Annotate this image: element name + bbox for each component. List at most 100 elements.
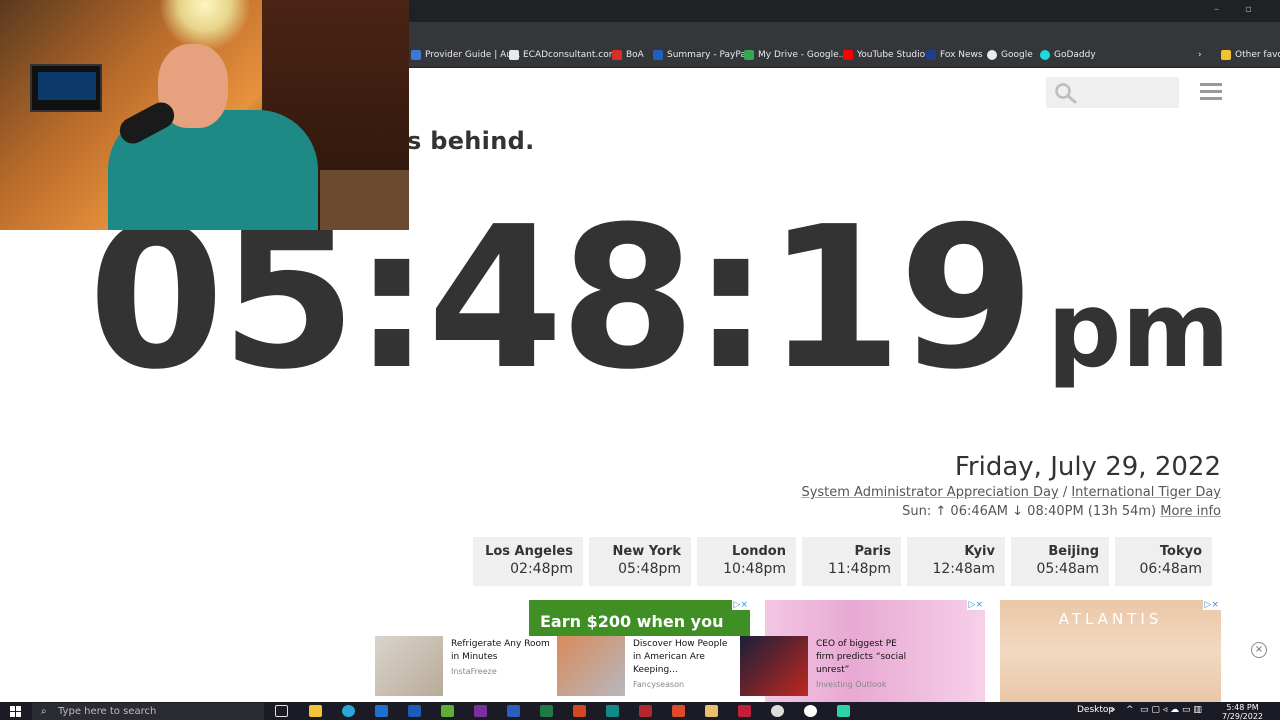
tray-icons[interactable]: ▭ ▢ ◃ ☁ ▭ ▥: [1140, 705, 1202, 715]
sunrise-time: ↑ 06:46AM: [935, 504, 1009, 519]
native-ad[interactable]: Refrigerate Any Room in Minutes InstaFree…: [375, 636, 555, 698]
world-clocks: Los Angeles 02:48pm New York 05:48pm Londo…: [473, 537, 1212, 586]
city-name: London: [732, 544, 786, 559]
native-ad-title: Discover How People in American Are Keep…: [633, 639, 728, 675]
search-input[interactable]: [1046, 77, 1179, 108]
bookmark-favicon-icon: [411, 50, 421, 60]
bookmark-label: Other favori: [1235, 50, 1280, 60]
bookmark-paypal[interactable]: Summary - PayPal: [653, 50, 748, 60]
city-time: 12:48am: [932, 561, 995, 577]
taskbar-search-input[interactable]: ⌕ Type here to search: [32, 703, 264, 720]
bookmark-label: Fox News: [940, 50, 983, 60]
word-app-icon[interactable]: [408, 705, 421, 717]
chrome-icon[interactable]: [771, 705, 784, 717]
file-explorer-icon[interactable]: [309, 705, 322, 717]
holiday-line: System Administrator Appreciation Day / …: [801, 485, 1221, 500]
city-time: 06:48am: [1139, 561, 1202, 577]
ad-close-icon[interactable]: ▷×: [1202, 600, 1221, 610]
holiday-link-sysadmin[interactable]: System Administrator Appreciation Day: [801, 485, 1058, 500]
paypal-icon: [653, 50, 663, 60]
holiday-link-tiger[interactable]: International Tiger Day: [1071, 485, 1221, 500]
native-ad[interactable]: CEO of biggest PE firm predicts “social …: [740, 636, 920, 698]
close-ads-icon[interactable]: ×: [1251, 642, 1267, 658]
mail-icon[interactable]: [375, 705, 388, 717]
city-name: Beijing: [1048, 544, 1099, 559]
search-icon: ⌕: [41, 706, 47, 717]
city-time: 11:48pm: [828, 561, 891, 577]
city-name: Los Angeles: [485, 544, 573, 559]
search-icon: [1055, 83, 1077, 104]
ham-radio: [30, 64, 102, 112]
s-app-icon[interactable]: [672, 705, 685, 717]
city-clock-paris[interactable]: Paris 11:48pm: [802, 537, 901, 586]
bookmark-ecadconsultant[interactable]: ECADconsultant.com: [509, 50, 617, 60]
floor: [320, 170, 409, 230]
boa-icon: [612, 50, 622, 60]
windows-start-icon[interactable]: [10, 706, 21, 717]
page-icon: [509, 50, 519, 60]
desktop-toolbar-label[interactable]: Desktop: [1077, 705, 1114, 715]
native-ads-row: Refrigerate Any Room in Minutes InstaFree…: [375, 636, 912, 698]
windows-taskbar: ⌕ Type here to search Desktop » ^ ▭ ▢ ◃ …: [0, 702, 1280, 720]
bookmark-label: Google: [1001, 50, 1033, 60]
city-time: 05:48pm: [618, 561, 681, 577]
clock-app-icon[interactable]: [804, 705, 817, 717]
sun-label: Sun:: [902, 504, 936, 519]
bookmark-fox-news[interactable]: Fox News: [926, 50, 983, 60]
google-drive-icon: [744, 50, 754, 60]
bookmark-label: My Drive - Google...: [758, 50, 848, 60]
ad-close-icon[interactable]: ▷×: [731, 600, 750, 610]
tray-up-chevron-icon[interactable]: ^: [1126, 705, 1134, 715]
acrobat-icon[interactable]: [738, 705, 751, 717]
bookmark-youtube-studio[interactable]: YouTube Studio: [843, 50, 925, 60]
bookmark-other-favorites[interactable]: Other favori: [1221, 50, 1280, 60]
access-icon[interactable]: [639, 705, 652, 717]
sun-times: Sun: ↑ 06:46AM ↓ 08:40PM (13h 54m) More …: [902, 504, 1221, 519]
city-clock-los-angeles[interactable]: Los Angeles 02:48pm: [473, 537, 583, 586]
native-ad-source: Investing Outlook: [816, 680, 887, 689]
notes-app-icon[interactable]: [705, 705, 718, 717]
bookmark-label: ECADconsultant.com: [523, 50, 618, 60]
native-ad-source: Fancyseason: [633, 680, 685, 689]
green-app-icon[interactable]: [441, 705, 454, 717]
big-clock: 05:48:19 pm: [88, 201, 1230, 421]
green-square-app-icon[interactable]: [837, 705, 850, 717]
bookmark-google[interactable]: Google: [987, 50, 1033, 60]
native-ad-title: Refrigerate Any Room in Minutes: [451, 639, 550, 662]
day-length: (13h 54m): [1087, 504, 1157, 519]
holiday-separator: /: [1058, 485, 1072, 500]
publisher-icon[interactable]: [606, 705, 619, 717]
word-icon[interactable]: [507, 705, 520, 717]
excel-icon[interactable]: [540, 705, 553, 717]
city-clock-kyiv[interactable]: Kyiv 12:48am: [907, 537, 1005, 586]
ad-atlantis-banner[interactable]: ATLANTIS ▷×: [1000, 600, 1221, 702]
task-view-icon[interactable]: [275, 705, 288, 717]
bookmarks-overflow-chevron-icon[interactable]: ›: [1198, 50, 1202, 60]
clock-ampm: pm: [1047, 269, 1230, 391]
menu-icon[interactable]: [1200, 83, 1222, 101]
folder-icon: [1221, 50, 1231, 60]
ad-close-icon[interactable]: ▷×: [966, 600, 985, 610]
bookmark-provider-guide[interactable]: Provider Guide | Au...: [411, 50, 521, 60]
bookmark-boa[interactable]: BoA: [612, 50, 644, 60]
minimize-icon[interactable]: –: [1214, 4, 1219, 15]
tray-clock[interactable]: 5:48 PM 7/29/2022: [1222, 703, 1263, 720]
city-clock-beijing[interactable]: Beijing 05:48am: [1011, 537, 1109, 586]
ad-earn-text: Earn $200 when you: [529, 600, 750, 636]
bookmark-godaddy[interactable]: GoDaddy: [1040, 50, 1096, 60]
city-clock-new-york[interactable]: New York 05:48pm: [589, 537, 691, 586]
city-name: Paris: [854, 544, 891, 559]
native-ad-source: InstaFreeze: [451, 667, 497, 676]
maximize-icon[interactable]: ▫: [1245, 4, 1252, 15]
city-clock-tokyo[interactable]: Tokyo 06:48am: [1115, 537, 1212, 586]
onenote-icon[interactable]: [474, 705, 487, 717]
edge-icon[interactable]: [342, 705, 355, 717]
bookmark-label: YouTube Studio: [857, 50, 926, 60]
more-info-link[interactable]: More info: [1160, 504, 1221, 519]
bookmark-google-drive[interactable]: My Drive - Google...: [744, 50, 847, 60]
powerpoint-icon[interactable]: [573, 705, 586, 717]
city-clock-london[interactable]: London 10:48pm: [697, 537, 796, 586]
native-ad[interactable]: Discover How People in American Are Keep…: [557, 636, 737, 698]
headline-text: s behind.: [407, 127, 535, 155]
toolbar-chevron-icon[interactable]: »: [1110, 705, 1116, 715]
